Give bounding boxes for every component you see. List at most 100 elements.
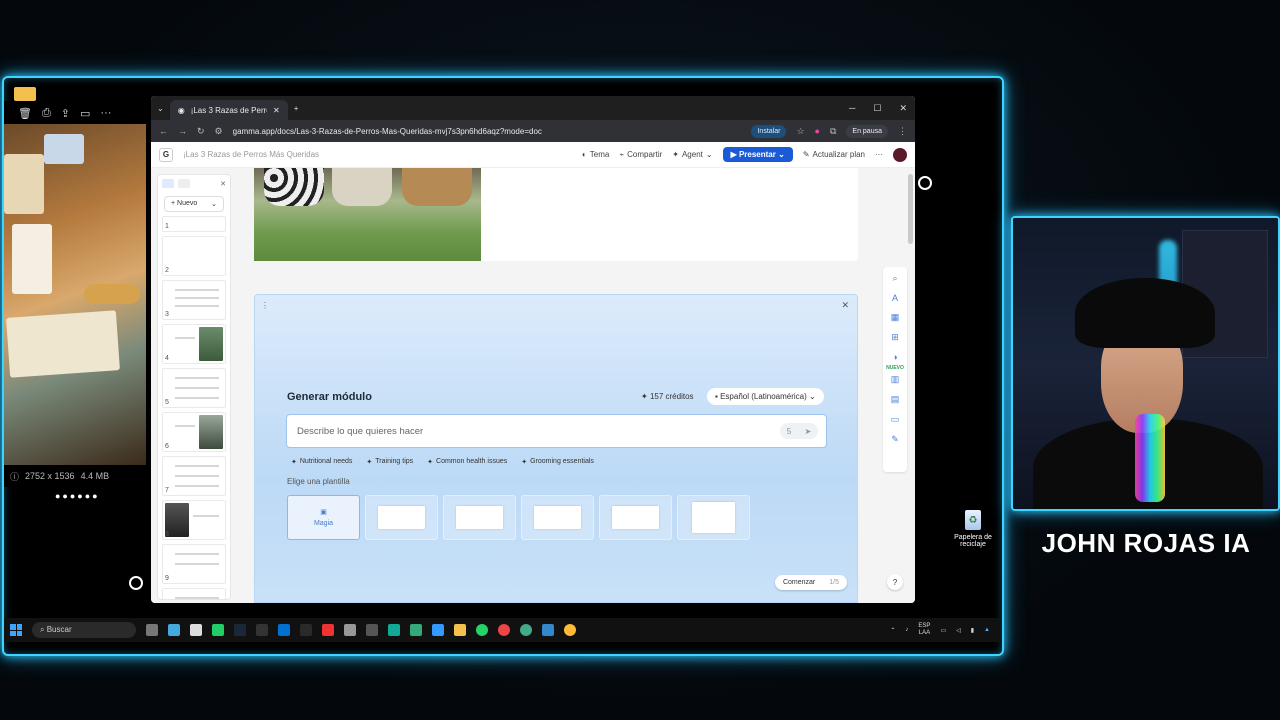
close-panel-icon[interactable]: ✕ (841, 300, 849, 311)
send-button[interactable]: 5 ➤ (780, 423, 818, 439)
display-icon[interactable]: ▭ (940, 627, 946, 634)
play-icon[interactable] (212, 624, 224, 636)
scrollbar[interactable] (908, 174, 913, 244)
close-sidebar-icon[interactable]: ✕ (220, 180, 226, 188)
template-magic[interactable]: ▣ Magia (287, 495, 360, 540)
tab-close-icon[interactable]: ✕ (273, 106, 280, 115)
delete-icon[interactable]: 🗑 (18, 107, 32, 120)
epic-icon[interactable] (256, 624, 268, 636)
share-button[interactable]: ⌁ Compartir (619, 150, 662, 159)
site-info-icon[interactable]: ⚙ (215, 126, 223, 137)
slide-thumb[interactable]: 1 (162, 216, 226, 232)
template-option[interactable] (521, 495, 594, 540)
layout-icon[interactable]: ▭ (891, 414, 900, 425)
slide-thumb[interactable]: 2 (162, 236, 226, 276)
volume-icon[interactable]: ◁ (956, 627, 961, 634)
app-icon[interactable] (300, 624, 312, 636)
task-view-icon[interactable] (146, 624, 158, 636)
table-icon[interactable]: ▤ (891, 394, 900, 405)
browser-menu-icon[interactable]: ⋮ (898, 126, 907, 137)
start-icon[interactable] (10, 624, 22, 636)
slideshow-icon[interactable]: ▭ (80, 107, 90, 120)
app-icon[interactable] (366, 624, 378, 636)
card-view-icon[interactable] (162, 179, 174, 188)
chrome-icon[interactable] (520, 624, 532, 636)
tiktok-icon[interactable] (322, 624, 334, 636)
print-icon[interactable]: ⎙ (42, 107, 51, 120)
chrome-icon[interactable] (564, 624, 576, 636)
taskbar-search[interactable]: ⌕ Buscar (32, 622, 136, 638)
tab-list-icon[interactable]: ⌄ (157, 104, 164, 113)
gamma-logo[interactable]: G (159, 147, 173, 162)
chatgpt-icon[interactable] (344, 624, 356, 636)
language-indicator[interactable]: ESP LAA (918, 623, 930, 637)
new-card-button[interactable]: + Nuevo ⌄ (164, 196, 224, 212)
more-menu-button[interactable]: ··· (875, 150, 883, 159)
mic-icon[interactable]: ♪ (905, 627, 908, 633)
suggestion-chip[interactable]: ✦ Grooming essentials (517, 456, 598, 468)
slide-thumb[interactable]: 5 (162, 368, 226, 408)
suggestion-chip[interactable]: ✦ Nutritional needs (287, 456, 356, 468)
template-option[interactable] (365, 495, 438, 540)
info-icon[interactable]: ⓘ (10, 470, 19, 483)
drag-handle-icon[interactable]: ⋮ (261, 301, 269, 310)
search-icon[interactable]: ⌕ (892, 273, 897, 284)
user-avatar[interactable] (893, 147, 907, 162)
prompt-input[interactable] (287, 415, 727, 447)
playstation-icon[interactable] (278, 624, 290, 636)
theme-button[interactable]: ◐ Tema (582, 150, 609, 159)
more-icon[interactable]: ··· (100, 107, 111, 119)
url-field[interactable]: gamma.app/docs/Las-3-Razas-de-Perros-Mas… (233, 127, 542, 136)
language-select[interactable]: ▪ Español (Latinoamérica) ⌄ (707, 388, 824, 405)
list-view-icon[interactable] (178, 179, 190, 188)
slide-thumb[interactable]: 3 (162, 280, 226, 320)
filmstrip-dots[interactable]: ●●●●●● (55, 491, 100, 501)
slide-thumb[interactable]: 7 (162, 456, 226, 496)
template-option[interactable] (443, 495, 516, 540)
image-icon[interactable]: ▦ (891, 312, 900, 323)
suggestion-chip[interactable]: ✦ Common health issues (423, 456, 511, 468)
maximize-icon[interactable]: ☐ (873, 103, 881, 114)
slide-thumb[interactable]: 6 (162, 412, 226, 452)
forward-icon[interactable]: → (178, 126, 187, 136)
agent-button[interactable]: ✦ Agent ⌄ (672, 150, 712, 159)
file-explorer-icon[interactable] (454, 624, 466, 636)
bookmark-star-icon[interactable]: ☆ (796, 126, 804, 137)
template-option[interactable] (677, 495, 750, 540)
reload-icon[interactable]: ↻ (197, 126, 205, 137)
extensions-puzzle-icon[interactable]: ⧉ (830, 126, 836, 137)
vpn-icon[interactable] (410, 624, 422, 636)
notification-icon[interactable]: ▲ (984, 627, 990, 633)
slide-thumb[interactable]: 4 (162, 324, 226, 364)
slide-thumb[interactable]: 10 (162, 588, 226, 599)
folder-icon[interactable] (14, 87, 36, 101)
profile-button[interactable]: En pausa (846, 124, 888, 138)
chart-icon[interactable]: ▥ (891, 374, 900, 385)
share-icon[interactable]: ⇪ (61, 107, 70, 120)
whatsapp-icon[interactable] (476, 624, 488, 636)
grid-icon[interactable]: ⊞ (891, 332, 899, 343)
browser-tab[interactable]: ◉ ¡Las 3 Razas de Perros Más Queri ✕ (169, 100, 288, 120)
store-icon[interactable] (190, 624, 202, 636)
minimize-icon[interactable]: ─ (849, 103, 855, 114)
start-button[interactable]: Comenzar 1/5 (774, 575, 847, 590)
doc-title[interactable]: ¡Las 3 Razas de Perros Más Queridas (183, 150, 319, 159)
copilot-icon[interactable] (168, 624, 180, 636)
install-button[interactable]: Instalar (751, 124, 787, 138)
extension-icon[interactable]: ● (815, 126, 820, 136)
close-window-icon[interactable]: ✕ (899, 103, 907, 114)
chevron-up-icon[interactable]: ⌃ (890, 627, 895, 634)
app-icon[interactable] (432, 624, 444, 636)
steam-icon[interactable] (234, 624, 246, 636)
back-icon[interactable]: ← (159, 126, 168, 136)
app-icon[interactable] (542, 624, 554, 636)
slide-thumb[interactable]: 8 (162, 500, 226, 540)
recycle-bin[interactable]: ♻ Papelera de reciclaje (951, 510, 995, 548)
upgrade-plan-button[interactable]: ✎ Actualizar plan (803, 150, 865, 159)
help-button[interactable]: ? (887, 574, 903, 590)
battery-icon[interactable]: ▮ (971, 627, 974, 634)
app-icon[interactable] (388, 624, 400, 636)
present-button[interactable]: ▶ Presentar ⌄ (722, 147, 793, 162)
toggle-icon[interactable]: ◑ (892, 352, 897, 362)
chrome-icon[interactable] (498, 624, 510, 636)
